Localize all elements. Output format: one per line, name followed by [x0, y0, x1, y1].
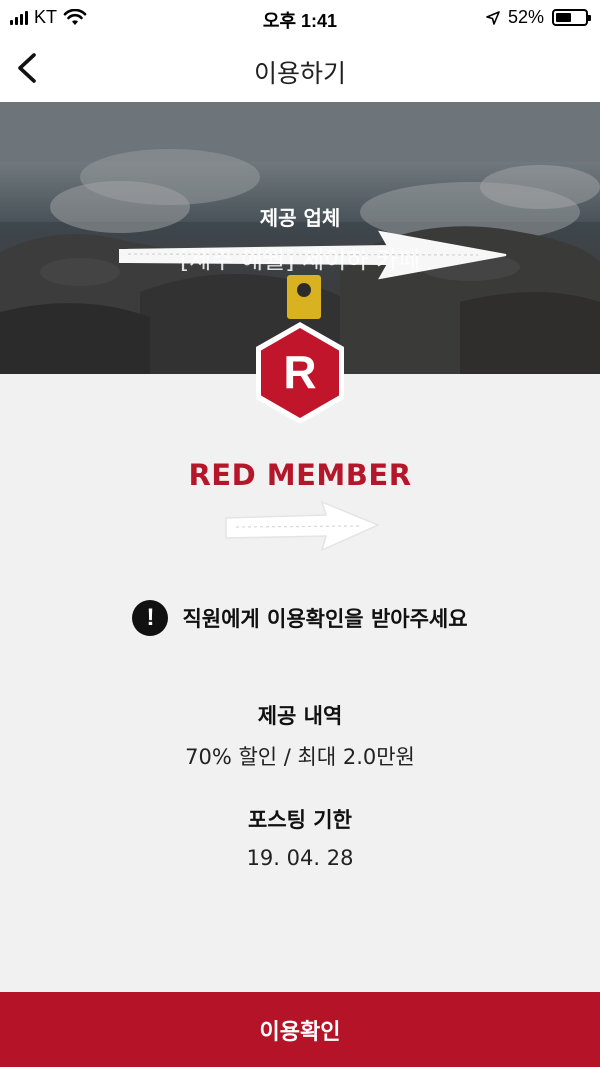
status-left: KT [10, 7, 87, 28]
red-member-badge-icon: R [256, 322, 344, 424]
notice: ! 직원에게 이용확인을 받아주세요 [0, 600, 600, 636]
posting-deadline-label: 포스팅 기한 [248, 808, 352, 832]
location-arrow-icon [486, 10, 500, 25]
exclamation-circle-icon: ! [132, 600, 169, 636]
provider-label: 제공 업체 [259, 206, 341, 230]
offer-label: 제공 내역 [257, 704, 343, 728]
member-level-title: RED MEMBER [188, 458, 412, 492]
status-bar: KT 오후 1:41 52% [0, 0, 600, 34]
battery-percent: 52% [507, 7, 544, 27]
chevron-left-icon [18, 53, 36, 83]
battery-fill [556, 13, 571, 22]
back-button[interactable] [10, 48, 50, 88]
battery-icon [552, 9, 591, 26]
page-title: 이용하기 [253, 59, 346, 88]
badge-letter: R [283, 346, 316, 398]
posting-deadline-value: 19. 04. 28 [246, 846, 354, 870]
notice-text: 직원에게 이용확인을 받아주세요 [182, 607, 468, 631]
status-right: 52% [486, 7, 591, 28]
redaction-arrow-icon [119, 230, 507, 280]
nav-bar: 이용하기 [0, 34, 600, 102]
redaction-arrow-icon [225, 500, 380, 552]
carrier-label: KT [34, 7, 58, 27]
offer-value: 70% 할인 / 최대 2.0만원 [185, 745, 415, 769]
signal-icon [10, 10, 28, 25]
wifi-icon [63, 8, 87, 25]
confirm-use-button[interactable]: 이용확인 [0, 992, 600, 1067]
